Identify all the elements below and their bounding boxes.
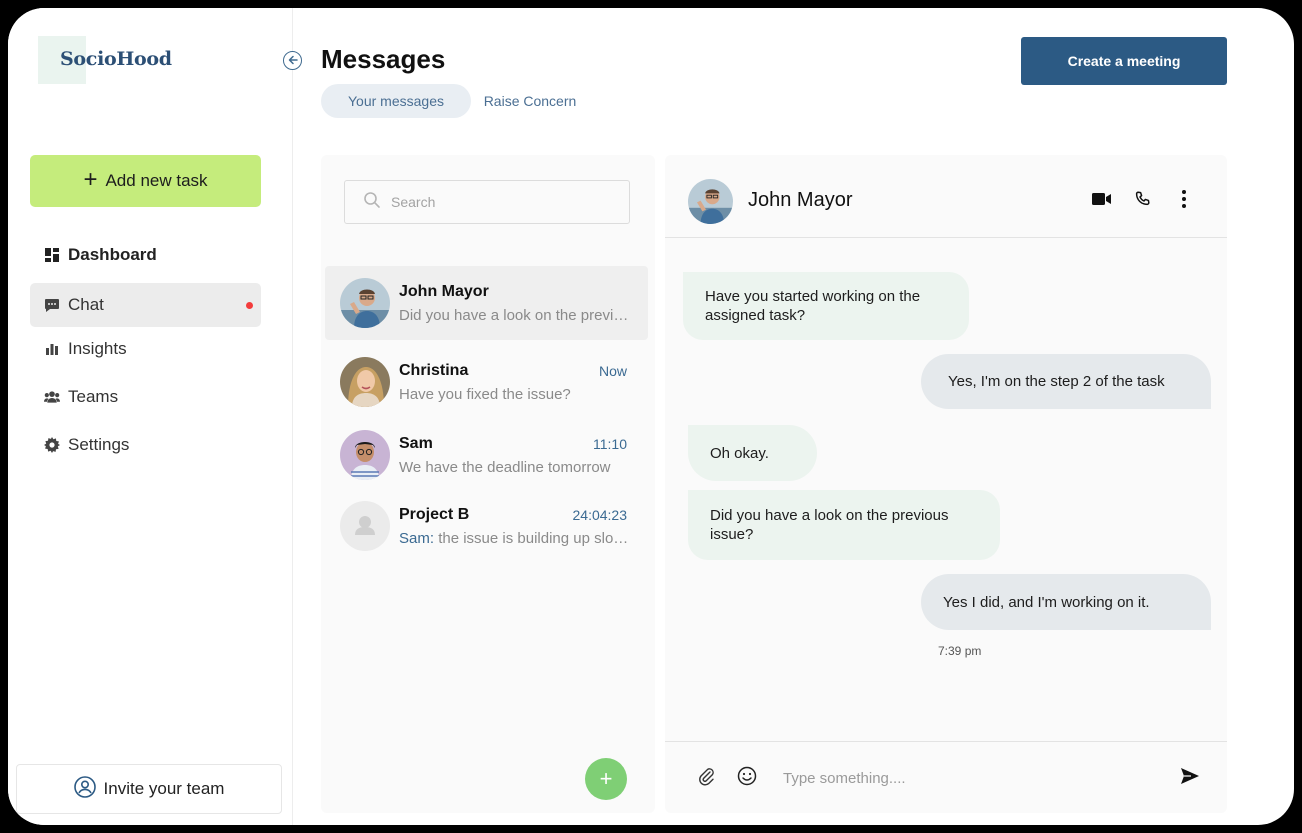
preview-sender: Sam:	[399, 530, 435, 547]
people-icon	[44, 389, 60, 405]
conversation-name: John Mayor	[399, 283, 489, 300]
sidebar-item-chat[interactable]: Chat	[30, 283, 261, 327]
conversation-name: Christina	[399, 362, 469, 379]
add-new-task-button[interactable]: + Add new task	[30, 155, 261, 207]
message-incoming: Oh okay.	[688, 425, 817, 481]
message-incoming: Did you have a look on the previous issu…	[688, 490, 1000, 560]
conversation-list-panel: John Mayor Did you have a look on the pr…	[321, 155, 655, 813]
brand-logo: SocioHood	[60, 48, 172, 70]
notification-dot	[246, 302, 253, 309]
video-call-button[interactable]	[1091, 191, 1113, 211]
conversation-item-sam[interactable]: Sam 11:10 We have the deadline tomorrow	[325, 418, 648, 492]
video-camera-icon	[1092, 192, 1112, 211]
avatar	[340, 357, 390, 407]
preview-text: the issue is building up slowly	[438, 530, 629, 547]
add-task-label: Add new task	[105, 171, 208, 190]
kebab-menu-icon	[1182, 189, 1186, 213]
contact-name: John Mayor	[748, 189, 853, 211]
sidebar-item-label: Settings	[68, 435, 130, 454]
sidebar-item-label: Insights	[68, 339, 127, 358]
create-meeting-button[interactable]: Create a meeting	[1021, 37, 1227, 85]
chat-panel: John Mayor Have you started working on t…	[665, 155, 1227, 813]
conversation-preview: Sam: the issue is building up slowly	[399, 530, 629, 547]
avatar	[340, 430, 390, 480]
message-incoming: Have you started working on the assigned…	[683, 272, 969, 340]
paperclip-icon	[697, 766, 715, 791]
group-avatar	[340, 501, 390, 551]
dashboard-icon	[44, 247, 60, 263]
contact-avatar[interactable]	[688, 179, 733, 224]
collapse-sidebar-button[interactable]	[283, 51, 302, 70]
message-input[interactable]	[783, 766, 1163, 790]
conversation-preview: Have you fixed the issue?	[399, 386, 571, 403]
message-timestamp: 7:39 pm	[938, 644, 982, 658]
page-title: Messages	[321, 44, 446, 74]
new-conversation-button[interactable]: +	[585, 758, 627, 800]
message-composer	[665, 741, 1227, 813]
chat-header: John Mayor	[665, 155, 1227, 238]
sidebar-item-teams[interactable]: Teams	[30, 375, 261, 419]
arrow-left-icon	[288, 54, 298, 68]
search-input[interactable]	[391, 194, 611, 210]
more-options-button[interactable]	[1173, 189, 1195, 213]
invite-label: Invite your team	[103, 779, 225, 798]
voice-call-button[interactable]	[1132, 190, 1154, 212]
emoji-button[interactable]	[735, 766, 759, 790]
user-circle-icon	[73, 775, 96, 803]
tab-your-messages[interactable]: Your messages	[321, 84, 471, 118]
conversation-time: Now	[598, 363, 627, 379]
conversation-name: Project B	[399, 506, 470, 523]
attach-button[interactable]	[694, 766, 718, 790]
phone-icon	[1135, 190, 1151, 212]
sidebar-item-dashboard[interactable]: Dashboard	[30, 233, 261, 277]
app-window: SocioHood + Add new task Dashboard Chat …	[8, 8, 1294, 825]
sidebar-item-insights[interactable]: Insights	[30, 327, 261, 371]
conversation-time: 11:10	[593, 436, 627, 452]
search-icon	[363, 191, 381, 214]
search-box[interactable]	[344, 180, 630, 224]
message-outgoing: Yes, I'm on the step 2 of the task	[921, 354, 1211, 409]
plus-icon: +	[83, 166, 98, 193]
sidebar: SocioHood + Add new task Dashboard Chat …	[8, 8, 293, 825]
conversation-item-christina[interactable]: Christina Now Have you fixed the issue?	[325, 345, 648, 419]
conversation-item-project-b[interactable]: Project B 24:04:23 Sam: the issue is bui…	[325, 489, 648, 563]
conversation-item-john-mayor[interactable]: John Mayor Did you have a look on the pr…	[325, 266, 648, 340]
sidebar-item-label: Chat	[68, 295, 104, 314]
conversation-name: Sam	[399, 435, 433, 452]
sidebar-item-label: Teams	[68, 387, 119, 406]
smiley-icon	[737, 766, 757, 791]
avatar	[340, 278, 390, 328]
gear-icon	[44, 437, 60, 453]
send-icon	[1181, 767, 1199, 789]
plus-icon: +	[599, 766, 613, 791]
message-outgoing: Yes I did, and I'm working on it.	[921, 574, 1211, 630]
chat-icon	[44, 297, 60, 313]
tab-raise-concern[interactable]: Raise Concern	[475, 84, 585, 118]
conversation-preview: We have the deadline tomorrow	[399, 459, 611, 476]
conversation-preview: Did you have a look on the previous issu…	[399, 307, 629, 324]
send-button[interactable]	[1178, 766, 1202, 790]
conversation-time: 24:04:23	[572, 507, 628, 523]
invite-team-button[interactable]: Invite your team	[16, 764, 282, 814]
bar-chart-icon	[44, 341, 60, 357]
sidebar-item-label: Dashboard	[68, 245, 157, 264]
sidebar-item-settings[interactable]: Settings	[30, 423, 261, 467]
